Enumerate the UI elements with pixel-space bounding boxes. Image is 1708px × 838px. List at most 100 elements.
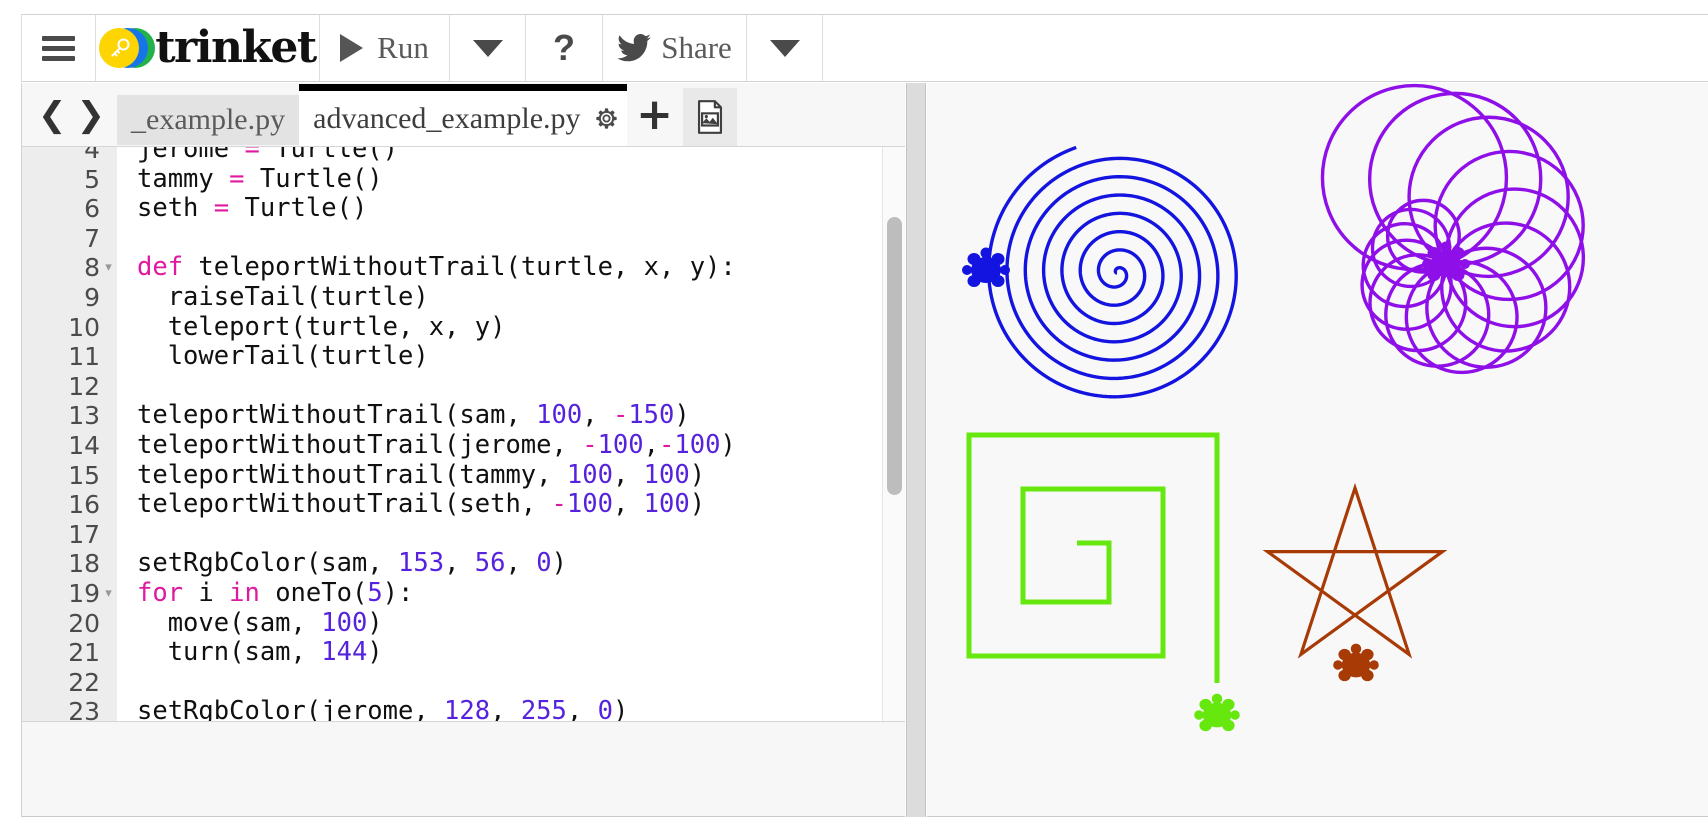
blue-round-spiral <box>962 145 1238 399</box>
run-options-dropdown[interactable] <box>450 15 526 81</box>
key-icon <box>111 38 130 57</box>
code-text: tammy = Turtle() <box>137 163 383 194</box>
line-number: 20 <box>68 608 100 638</box>
add-image-button[interactable] <box>682 88 737 146</box>
rosette-circle <box>1367 91 1543 267</box>
line-number: 18 <box>68 549 100 579</box>
hamburger-icon <box>42 35 75 61</box>
line-number: 14 <box>68 430 100 460</box>
code-line[interactable]: 9 raiseTail(turtle) <box>22 281 905 313</box>
code-content[interactable]: 4 jerome = Turtle() 5 tammy = Turtle() 6 seth… <box>22 147 905 721</box>
tab-prev-arrow-icon[interactable]: ❮ <box>38 98 67 132</box>
menu-button[interactable] <box>21 15 96 81</box>
tab-example-py[interactable]: _example.py <box>117 95 300 145</box>
line-number: 8 <box>84 253 100 283</box>
code-line[interactable]: 22 <box>22 668 905 698</box>
line-number: 4 <box>84 147 100 164</box>
code-text: move(sam, 100) <box>137 607 383 638</box>
code-line[interactable]: 6 seth = Turtle() <box>22 193 905 224</box>
code-line[interactable]: 16 teleportWithoutTrail(seth, -100, 100) <box>22 489 905 520</box>
line-number: 13 <box>68 401 100 431</box>
code-text: teleportWithoutTrail(tammy, 100, 100) <box>137 459 706 490</box>
code-text: turn(sam, 144) <box>137 637 383 668</box>
turtle-sprite-brown <box>1333 643 1379 682</box>
code-line[interactable]: 11 lowerTail(turtle) <box>22 341 905 372</box>
chevron-down-icon <box>769 39 800 57</box>
code-line[interactable]: 18 setRgbColor(sam, 153, 56, 0) <box>22 549 905 579</box>
share-button[interactable]: Share <box>603 15 747 81</box>
line-number: 11 <box>68 342 100 372</box>
turtle-sprite-blue <box>962 247 1010 287</box>
code-text: jerome = Turtle() <box>137 147 398 164</box>
tab-label: _example.py <box>131 103 286 136</box>
code-line[interactable]: 8 ▾ def teleportWithoutTrail(turtle, x, y)… <box>22 253 905 283</box>
line-number: 22 <box>68 667 100 697</box>
code-editor[interactable]: 4 jerome = Turtle() 5 tammy = Turtle() 6 seth… <box>21 147 905 721</box>
tab-nav-arrows: ❮ ❯ <box>22 98 117 146</box>
code-line[interactable]: 12 <box>22 372 905 402</box>
turtle-sprite-green <box>1194 693 1240 732</box>
code-text: setRgbColor(sam, 153, 56, 0) <box>137 548 567 579</box>
editor-scrollbar-track[interactable] <box>882 147 905 721</box>
play-triangle-icon <box>340 34 364 62</box>
trinket-key-logo-icon <box>99 27 156 69</box>
code-text: teleportWithoutTrail(seth, -100, 100) <box>137 489 706 520</box>
add-file-button[interactable]: + <box>627 90 683 146</box>
code-text: lowerTail(turtle) <box>137 341 429 372</box>
code-line[interactable]: 23 setRgbColor(jerome, 128, 255, 0) <box>22 696 905 721</box>
code-text: teleportWithoutTrail(jerome, -100,-100) <box>137 429 736 460</box>
toolbar-filler <box>823 15 1708 81</box>
trinket-python-ide: trinket Run ? Share ❮ ❯ _example.py adva… <box>0 0 1708 838</box>
code-line[interactable]: 17 <box>22 520 905 550</box>
line-number: 19 <box>68 578 100 608</box>
run-label: Run <box>377 30 429 65</box>
run-button[interactable]: Run <box>320 15 450 81</box>
code-line[interactable]: 20 move(sam, 100) <box>22 607 905 639</box>
turtle-output-canvas[interactable] <box>927 83 1708 817</box>
tab-label: advanced_example.py <box>313 101 581 135</box>
line-number: 10 <box>68 312 100 342</box>
green-square-spiral <box>966 432 1240 732</box>
line-number: 5 <box>84 164 100 194</box>
share-label: Share <box>661 30 732 65</box>
code-line[interactable]: 13 teleportWithoutTrail(sam, 100, -150) <box>22 401 905 431</box>
code-line[interactable]: 10 teleport(turtle, x, y) <box>22 312 905 343</box>
brand-name: trinket <box>155 22 317 73</box>
code-line[interactable]: 4 jerome = Turtle() <box>22 147 905 165</box>
question-mark-icon: ? <box>553 27 575 68</box>
editor-scrollbar-thumb[interactable] <box>887 217 902 495</box>
tab-next-arrow-icon[interactable]: ❯ <box>77 98 106 132</box>
help-button[interactable]: ? <box>526 15 603 81</box>
twitter-bird-icon <box>617 34 652 62</box>
code-line[interactable]: 7 <box>22 224 905 254</box>
line-number: 21 <box>68 638 100 668</box>
turtle-drawings <box>962 83 1586 732</box>
code-line[interactable]: 5 tammy = Turtle() <box>22 163 905 195</box>
panel-splitter[interactable] <box>906 83 926 817</box>
code-line[interactable]: 19 ▾ for i in oneTo(5): <box>22 577 905 609</box>
gear-icon <box>596 108 617 129</box>
code-line[interactable]: 21 turn(sam, 144) <box>22 637 905 668</box>
code-fold-toggle[interactable]: ▾ <box>100 253 117 283</box>
code-fold-toggle[interactable]: ▾ <box>100 579 117 609</box>
tab-advanced-example-py[interactable]: advanced_example.py <box>299 84 587 146</box>
code-text: def teleportWithoutTrail(turtle, x, y): <box>137 252 736 283</box>
line-number: 17 <box>68 519 100 549</box>
line-number: 12 <box>68 371 100 401</box>
code-text: setRgbColor(jerome, 128, 255, 0) <box>137 696 629 721</box>
main-toolbar: trinket Run ? Share <box>21 14 1708 82</box>
line-number: 9 <box>84 282 100 312</box>
line-number: 7 <box>84 223 100 253</box>
editor-status-bar <box>21 721 905 817</box>
brown-star <box>1262 482 1448 682</box>
trinket-logo[interactable]: trinket <box>96 15 320 81</box>
tab-settings-button[interactable] <box>586 84 627 146</box>
code-text: raiseTail(turtle) <box>137 281 429 312</box>
purple-circle-rosette <box>1320 83 1586 375</box>
code-line[interactable]: 14 teleportWithoutTrail(jerome, -100,-100… <box>22 429 905 461</box>
code-line[interactable]: 15 teleportWithoutTrail(tammy, 100, 100) <box>22 459 905 491</box>
code-text: for i in oneTo(5): <box>137 577 414 608</box>
line-number: 23 <box>68 697 100 721</box>
image-file-icon <box>697 100 722 134</box>
share-options-dropdown[interactable] <box>747 15 823 81</box>
